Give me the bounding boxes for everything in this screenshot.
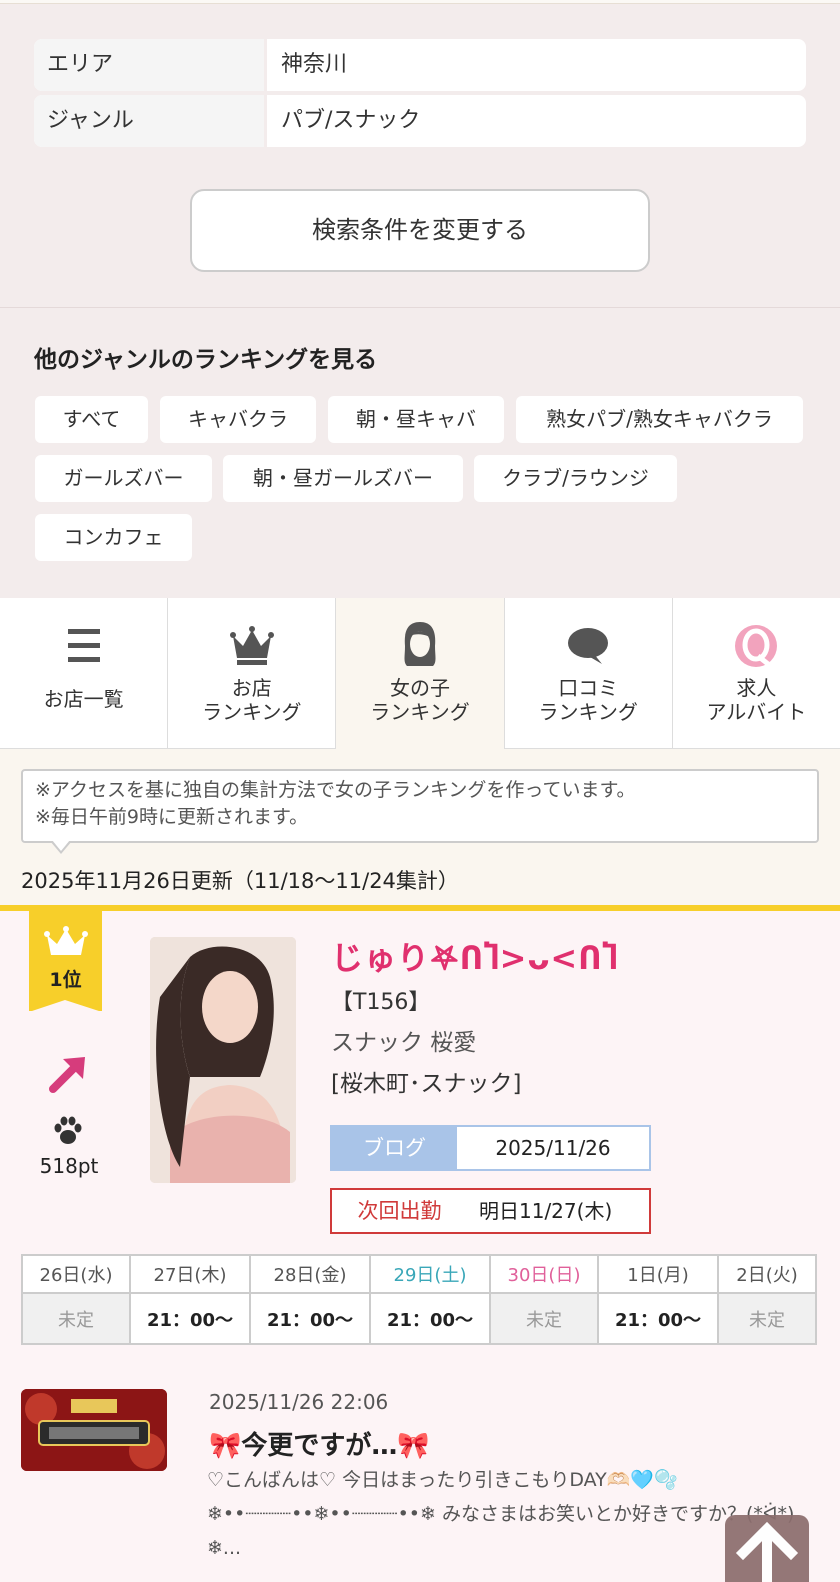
schedule-time: 未定 [21,1292,131,1345]
note-line: ※毎日午前9時に更新されます。 [35,806,309,828]
paw-icon [54,1116,82,1144]
tab-label-line1: お店 [231,676,272,700]
crown-icon [229,626,274,665]
criteria-value: 神奈川 [264,39,806,91]
tab-girl-ranking[interactable]: 女の子 ランキング [336,598,505,749]
scroll-to-top-button[interactable] [725,1515,809,1582]
tab-label-line1: 女の子 [390,676,450,700]
blog-post-excerpt: ♡こんばんは♡ 今日はまったり引きこもりDAY🫶🏻🩵🫧 ❄︎••┈┈┈┈••❄︎… [207,1469,795,1559]
updated-date: 2025年11月26日更新（11/18〜11/24集計） [21,869,459,893]
genre-chip-all[interactable]: すべて [35,396,148,443]
note-tail-inner [52,840,70,851]
blog-thumbnail[interactable] [21,1389,167,1471]
criteria-key: ジャンル [34,95,264,147]
blog-date: 2025/11/26 [495,1136,611,1160]
criteria-value: パブ/スナック [264,95,806,147]
genre-chip-morning-cabaret[interactable]: 朝・昼キャバ [328,396,504,443]
speech-bubble-icon [568,628,609,664]
top-divider [0,0,840,4]
schedule-times-row: 未定 21：00〜 21：00〜 21：00〜 未定 21：00〜 未定 [21,1292,817,1345]
other-genre-section: 他のジャンルのランキングを見る すべて キャバクラ 朝・昼キャバ 熟女パブ/熟女… [0,308,840,598]
girl-photo[interactable] [150,937,296,1183]
schedule-day: 2日(火) [717,1254,817,1294]
blog-link[interactable]: ブログ 2025/11/26 [330,1125,651,1171]
tab-job[interactable]: 求人 アルバイト [673,598,840,748]
criteria-key: エリア [34,39,264,91]
tab-label-line2: ランキング [370,700,470,724]
girl-name[interactable]: じゅり𖤐ՈႨ>ᴗ<ՈႨ [331,933,618,979]
ranking-card[interactable]: 1位 518pt じゅり𖤐ՈႨ>ᴗ<ՈႨ 【T156】 スナック 桜愛 [桜木町… [0,911,840,1582]
schedule-time: 21：00〜 [249,1292,371,1345]
genre-section-title: 他のジャンルのランキングを見る [34,347,378,373]
shop-area: [桜木町･スナック] [331,1071,522,1097]
genre-chip-cabaret[interactable]: キャバクラ [160,396,316,443]
next-shift-value: 明日11/27(木) [479,1199,613,1223]
tab-review-ranking[interactable]: 口コミ ランキング [505,598,673,748]
schedule-day: 26日(水) [21,1254,131,1294]
trend-up-arrow-icon [49,1057,85,1093]
tab-label: お店一覧 [43,687,124,711]
genre-chip-morning-girls-bar[interactable]: 朝・昼ガールズバー [223,455,463,502]
tab-shop-ranking[interactable]: お店 ランキング [168,598,337,748]
schedule-time: 未定 [489,1292,599,1345]
next-shift-label: 次回出勤 [357,1199,442,1223]
genre-chip-mature-pub[interactable]: 熟女パブ/熟女キャバクラ [516,396,803,443]
shop-name[interactable]: スナック 桜愛 [331,1023,476,1057]
schedule-day: 1日(月) [597,1254,719,1294]
genre-chip-club-lounge[interactable]: クラブ/ラウンジ [474,455,677,502]
category-tabs: お店一覧 お店 ランキング 女の子 ランキング 口コミ ランキング 求人 アルバ… [0,598,840,749]
blog-label: ブログ [332,1127,457,1169]
crown-icon [44,926,88,955]
change-criteria-button[interactable]: 検索条件を変更する [190,189,650,272]
genre-chip-concafe[interactable]: コンカフェ [35,514,192,561]
schedule-time: 21：00〜 [129,1292,251,1345]
girl-icon [404,622,436,666]
note-line: ※アクセスを基に独自の集計方法で女の子ランキングを作っています。 [35,779,636,801]
schedule-day-saturday: 29日(土) [369,1254,491,1294]
ranking-note: ※アクセスを基に独自の集計方法で女の子ランキングを作っています。 ※毎日午前9時… [21,769,819,843]
points-value: 518pt [39,1154,99,1178]
tab-label-line2: アルバイト [706,700,807,724]
tab-shop-list[interactable]: お店一覧 [0,598,169,748]
tab-label-line1: 口コミ [558,676,619,700]
schedule-days-row: 26日(水) 27日(木) 28日(金) 29日(土) 30日(日) 1日(月)… [21,1254,817,1294]
q-job-icon [735,625,778,667]
tab-label-line2: ランキング [202,700,302,724]
schedule-table: 26日(水) 27日(木) 28日(金) 29日(土) 30日(日) 1日(月)… [21,1254,817,1345]
genre-chip-girls-bar[interactable]: ガールズバー [35,455,212,502]
schedule-day: 28日(金) [249,1254,371,1294]
rank-label: 1位 [49,969,82,991]
tab-label-line2: ランキング [538,700,638,724]
tab-label-line1: 求人 [736,676,777,700]
schedule-time: 21：00〜 [597,1292,719,1345]
arrow-up-icon [735,1521,799,1582]
schedule-day: 27日(木) [129,1254,251,1294]
blog-post-date: 2025/11/26 22:06 [209,1390,389,1414]
schedule-time: 21：00〜 [369,1292,491,1345]
criteria-row-genre: ジャンル パブ/スナック [34,95,806,147]
schedule-day-sunday: 30日(日) [489,1254,599,1294]
menu-icon [67,629,100,662]
blog-post-title[interactable]: 🎀今更ですが…🎀 [209,1425,430,1462]
schedule-time: 未定 [717,1292,817,1345]
ranking-header: ※アクセスを基に独自の集計方法で女の子ランキングを作っています。 ※毎日午前9時… [0,749,840,909]
rank-ribbon: 1位 [29,911,102,1012]
next-shift: 次回出勤 明日11/27(木) [330,1188,651,1234]
criteria-row-area: エリア 神奈川 [34,39,806,91]
search-criteria-section: エリア 神奈川 ジャンル パブ/スナック 検索条件を変更する [0,0,840,308]
girl-tag: 【T156】 [331,990,431,1015]
